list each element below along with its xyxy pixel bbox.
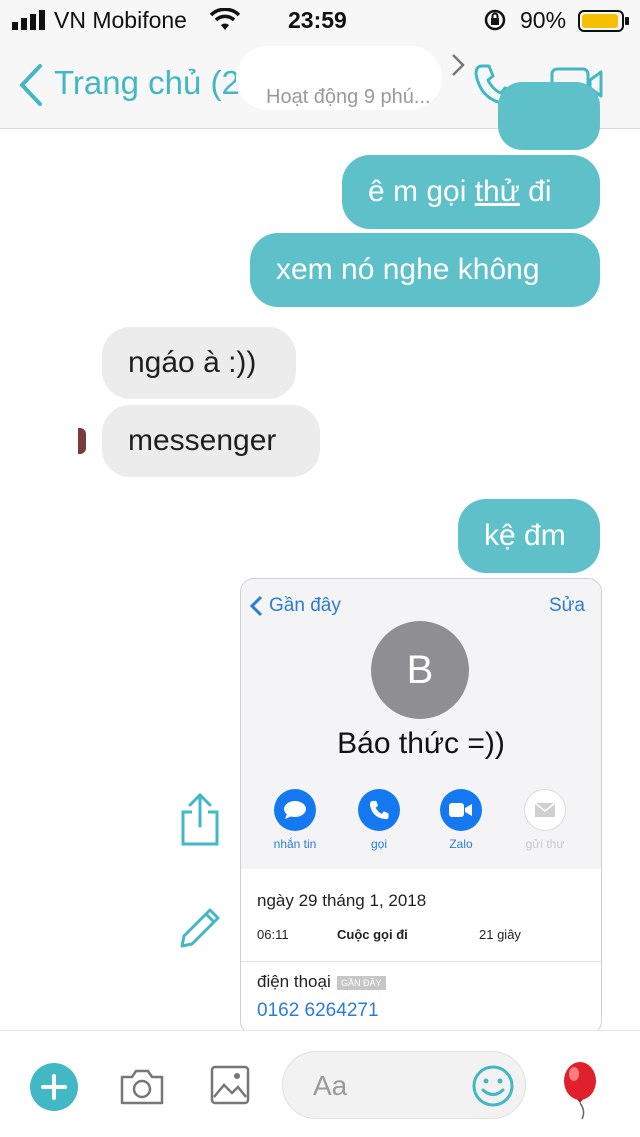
wifi-icon bbox=[209, 7, 241, 32]
action-call: gọi bbox=[349, 789, 409, 851]
battery-percent: 90% bbox=[520, 7, 567, 33]
gallery-icon[interactable] bbox=[210, 1065, 250, 1105]
plus-icon[interactable] bbox=[30, 1063, 78, 1111]
divider bbox=[241, 961, 601, 962]
message-bubble-incoming[interactable]: messenger bbox=[102, 405, 320, 477]
avatar-letter: B bbox=[406, 647, 434, 692]
active-status: Hoạt động 9 phú... bbox=[266, 86, 431, 108]
message-bubble-incoming[interactable]: ngáo à :)) bbox=[102, 327, 296, 399]
message-bubble-outgoing[interactable] bbox=[498, 82, 600, 150]
back-chevron-icon[interactable] bbox=[16, 62, 44, 108]
shared-image[interactable]: Gần đây Sửa B Báo thức =)) nhắn tin gọi … bbox=[240, 578, 602, 1035]
orientation-lock-icon bbox=[484, 9, 506, 31]
message-text: đi bbox=[519, 175, 552, 208]
phone-number: 0162 6264271 bbox=[257, 1000, 379, 1021]
message-bubble-outgoing[interactable]: kệ đm bbox=[458, 499, 600, 573]
back-chevron-icon bbox=[249, 595, 263, 617]
camera-icon[interactable] bbox=[118, 1067, 166, 1107]
signal-icon bbox=[12, 10, 48, 30]
balloon-icon[interactable] bbox=[560, 1061, 600, 1121]
message-bubble-outgoing[interactable]: xem nó nghe không bbox=[250, 233, 600, 307]
share-icon[interactable] bbox=[178, 792, 222, 846]
status-bar: VN Mobifone 23:59 90% bbox=[0, 0, 640, 40]
contact-edit-link: Sửa bbox=[549, 595, 585, 616]
message-text: ê m gọi bbox=[368, 175, 475, 208]
chevron-right-icon[interactable] bbox=[450, 52, 466, 78]
mail-icon bbox=[524, 789, 566, 831]
contact-name: Báo thức =)) bbox=[337, 727, 505, 760]
message-bubble-icon bbox=[274, 789, 316, 831]
phone-label: điện thoại bbox=[257, 972, 331, 991]
sender-avatar[interactable] bbox=[78, 428, 86, 454]
phone-icon bbox=[358, 789, 400, 831]
emoji-icon[interactable] bbox=[471, 1064, 515, 1108]
message-link[interactable]: thử bbox=[475, 175, 520, 208]
composer-bar: Aa bbox=[0, 1030, 640, 1137]
action-mail: gửi thư bbox=[515, 789, 575, 851]
action-message: nhắn tin bbox=[265, 789, 325, 851]
call-date: ngày 29 tháng 1, 2018 bbox=[257, 891, 427, 910]
recent-badge: GẦN ĐÂY bbox=[337, 976, 386, 990]
carrier-name: VN Mobifone bbox=[54, 7, 187, 33]
battery-icon bbox=[578, 10, 630, 32]
message-bubble-outgoing[interactable]: ê m gọi thử đi bbox=[342, 155, 600, 229]
contact-back-link: Gần đây bbox=[269, 595, 341, 616]
clock: 23:59 bbox=[288, 7, 347, 33]
call-time: 06:11 bbox=[257, 927, 289, 942]
video-icon bbox=[440, 789, 482, 831]
call-type: Cuộc gọi đi bbox=[337, 927, 408, 942]
contact-avatar: B bbox=[371, 621, 469, 719]
message-input[interactable]: Aa bbox=[282, 1051, 526, 1119]
edit-pencil-icon[interactable] bbox=[176, 904, 224, 952]
call-duration: 21 giây bbox=[479, 927, 521, 942]
action-zalo: Zalo bbox=[431, 789, 491, 851]
message-placeholder: Aa bbox=[313, 1070, 348, 1101]
back-button[interactable]: Trang chủ (2 bbox=[54, 64, 240, 102]
